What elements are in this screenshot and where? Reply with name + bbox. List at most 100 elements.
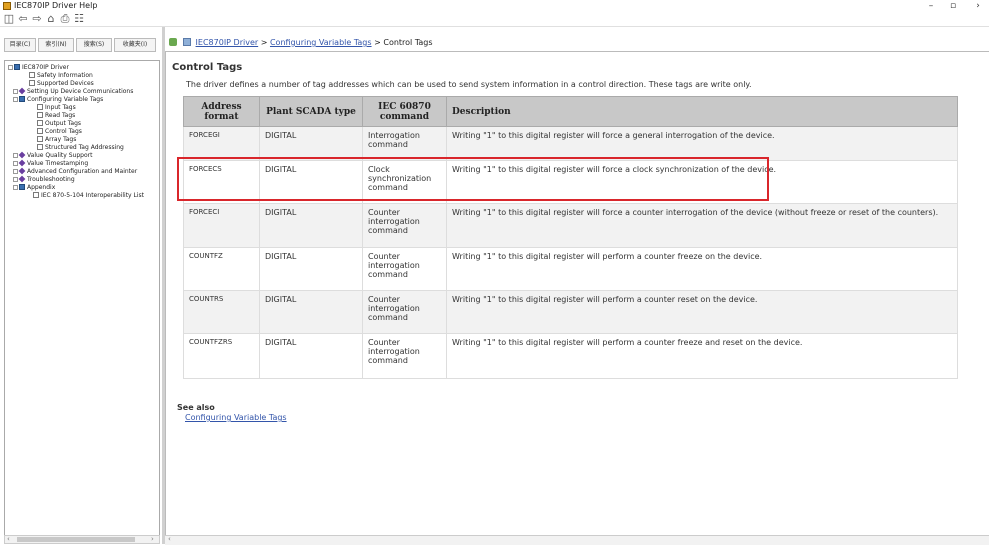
page-icon [37, 128, 43, 134]
tree-item-output-tags[interactable]: Output Tags [37, 120, 81, 128]
page-title: Control Tags [172, 62, 243, 73]
cell-command: Interrogation command [362, 126, 447, 161]
tree-item-read-tags[interactable]: Read Tags [37, 112, 75, 120]
print-icon[interactable]: ⎙ [59, 13, 71, 25]
home-icon[interactable]: ⌂ [45, 13, 57, 25]
cell-type: DIGITAL [259, 160, 363, 204]
page-icon [33, 192, 39, 198]
control-tags-table: Address format Plant SCADA type IEC 6087… [183, 96, 958, 379]
tab-index[interactable]: 索引(N) [38, 38, 74, 52]
close-icon[interactable]: › [968, 0, 988, 12]
page-icon [37, 120, 43, 126]
tree-item-setting-up-device-communications[interactable]: Setting Up Device Communications [13, 87, 133, 96]
expand-icon[interactable] [13, 153, 18, 158]
topic-content: Control Tags The driver defines a number… [165, 51, 989, 544]
breadcrumb-link-driver[interactable]: IEC870IP Driver [196, 38, 259, 47]
cell-address: COUNTRS [183, 290, 260, 334]
cell-type: DIGITAL [259, 126, 363, 161]
book-icon [19, 96, 25, 102]
cell-description: Writing "1" to this digital register wil… [446, 160, 958, 204]
page-icon [29, 80, 35, 86]
see-also-heading: See also [177, 403, 215, 412]
tab-contents[interactable]: 目录(C) [4, 38, 36, 52]
cell-command: Clock synchronization command [362, 160, 447, 204]
column-header-iec-command: IEC 60870 command [362, 96, 447, 127]
page-icon [37, 112, 43, 118]
tree-item-interoperability-list[interactable]: IEC 870-5-104 Interoperability List [33, 192, 144, 200]
table-row: COUNTRS DIGITAL Counter interrogation co… [183, 290, 958, 334]
tree-item-structured-tag-addressing[interactable]: Structured Tag Addressing [37, 144, 124, 152]
maximize-icon[interactable]: ▫ [943, 0, 963, 12]
diamond-icon [18, 175, 26, 183]
column-header-address-format: Address format [183, 96, 260, 127]
book-icon [19, 184, 25, 190]
hide-pane-icon[interactable]: ◫ [3, 13, 15, 25]
table-header-row: Address format Plant SCADA type IEC 6087… [183, 96, 958, 127]
scroll-left-icon[interactable]: ‹ [7, 535, 10, 543]
cell-command: Counter interrogation command [362, 247, 447, 291]
table-row: FORCECI DIGITAL Counter interrogation co… [183, 203, 958, 248]
tree-item-value-quality-support[interactable]: Value Quality Support [13, 151, 92, 160]
cell-type: DIGITAL [259, 290, 363, 334]
tree-item-appendix[interactable]: Appendix [13, 184, 55, 192]
cell-description: Writing "1" to this digital register wil… [446, 290, 958, 334]
tree-item-troubleshooting[interactable]: Troubleshooting [13, 175, 75, 184]
topic-icon [183, 38, 191, 46]
scrollbar-thumb[interactable] [17, 537, 135, 542]
cell-address: COUNTFZRS [183, 333, 260, 379]
diamond-icon [18, 167, 26, 175]
expand-icon[interactable] [13, 169, 18, 174]
collapse-icon[interactable] [13, 185, 18, 190]
tree-item-input-tags[interactable]: Input Tags [37, 104, 76, 112]
intro-text: The driver defines a number of tag addre… [186, 80, 752, 89]
cell-address: FORCECI [183, 203, 260, 248]
see-also-link[interactable]: Configuring Variable Tags [185, 413, 287, 422]
breadcrumb-link-configuring-variable-tags[interactable]: Configuring Variable Tags [270, 38, 372, 47]
tree-item-configuring-variable-tags[interactable]: Configuring Variable Tags [13, 96, 103, 104]
tree-item-safety-information[interactable]: Safety Information [29, 72, 93, 80]
window-title: IEC870IP Driver Help [14, 1, 98, 10]
table-row: COUNTFZRS DIGITAL Counter interrogation … [183, 333, 958, 379]
tree-horizontal-scrollbar[interactable]: ‹ › [4, 535, 160, 544]
tree-item-advanced-configuration[interactable]: Advanced Configuration and Mainter [13, 167, 137, 176]
minimize-icon[interactable]: – [921, 0, 941, 12]
app-icon [3, 2, 11, 10]
diamond-icon [18, 87, 26, 95]
cell-command: Counter interrogation command [362, 333, 447, 379]
cell-address: COUNTFZ [183, 247, 260, 291]
page-icon [29, 72, 35, 78]
contents-tree: IEC870IP Driver Safety Information Suppo… [4, 60, 160, 536]
collapse-icon[interactable] [13, 97, 18, 102]
breadcrumb-separator: > [260, 38, 268, 47]
back-icon[interactable]: ⇦ [17, 13, 29, 25]
cell-description: Writing "1" to this digital register wil… [446, 247, 958, 291]
scroll-left-icon[interactable]: ‹ [168, 535, 171, 543]
page-icon [37, 104, 43, 110]
tab-search[interactable]: 搜索(S) [76, 38, 112, 52]
breadcrumb: IEC870IP Driver > Configuring Variable T… [165, 37, 989, 49]
forward-icon[interactable]: ⇨ [31, 13, 43, 25]
breadcrumb-current: Control Tags [383, 38, 433, 47]
collapse-icon[interactable] [8, 65, 13, 70]
tree-item-iec870ip-driver[interactable]: IEC870IP Driver [8, 64, 69, 72]
tree-item-supported-devices[interactable]: Supported Devices [29, 80, 94, 88]
tree-item-value-timestamping[interactable]: Value Timestamping [13, 159, 88, 168]
table-row: FORCECS DIGITAL Clock synchronization co… [183, 160, 958, 204]
sync-icon[interactable] [169, 38, 177, 46]
cell-address: FORCECS [183, 160, 260, 204]
tree-item-array-tags[interactable]: Array Tags [37, 136, 76, 144]
expand-icon[interactable] [13, 89, 18, 94]
tab-favorites[interactable]: 收藏夹(I) [114, 38, 156, 52]
scroll-right-icon[interactable]: › [151, 535, 154, 543]
diamond-icon [18, 151, 26, 159]
options-icon[interactable]: ☷ [73, 13, 85, 25]
table-row: COUNTFZ DIGITAL Counter interrogation co… [183, 247, 958, 291]
expand-icon[interactable] [13, 161, 18, 166]
expand-icon[interactable] [13, 177, 18, 182]
cell-description: Writing "1" to this digital register wil… [446, 126, 958, 161]
page-icon [37, 136, 43, 142]
tree-item-control-tags[interactable]: Control Tags [37, 128, 82, 136]
cell-command: Counter interrogation command [362, 203, 447, 248]
cell-command: Counter interrogation command [362, 290, 447, 334]
cell-description: Writing "1" to this digital register wil… [446, 203, 958, 248]
